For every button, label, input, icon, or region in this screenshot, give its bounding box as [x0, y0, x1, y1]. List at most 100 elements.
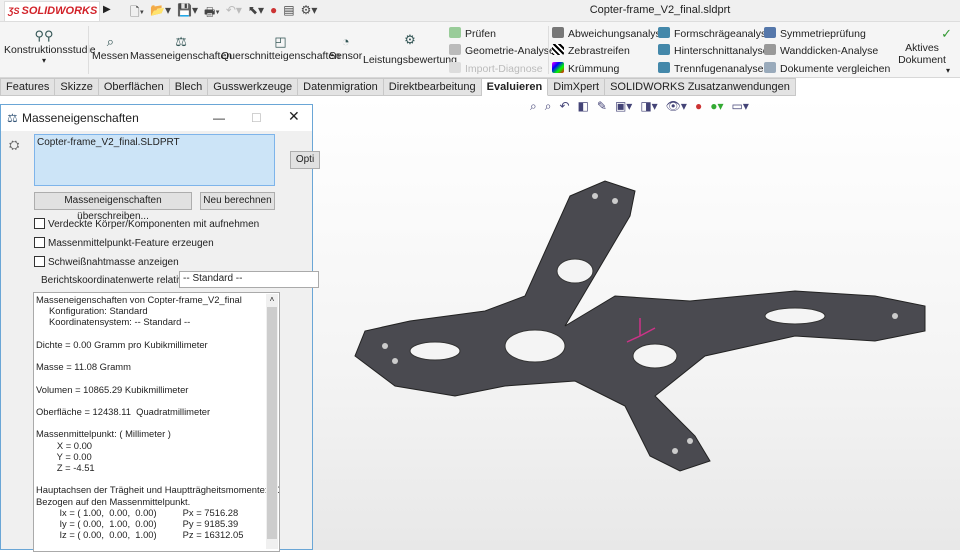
section-properties-button[interactable]: ◰ Querschnitteigenschaften: [221, 34, 340, 62]
tab-mold-tools[interactable]: Gusswerkzeuge: [208, 78, 299, 96]
edit-appearance-icon[interactable]: ●: [695, 99, 702, 114]
tab-surfaces[interactable]: Oberflächen: [98, 78, 170, 96]
copter-frame-model: [354, 180, 926, 472]
symmetry-check-button[interactable]: Symmetrieprüfung: [764, 27, 866, 40]
design-study-button[interactable]: ⚲⚲ Konstruktionsstudie ▾: [4, 28, 96, 65]
selection-list[interactable]: Copter-frame_V2_final.SLDPRT: [34, 134, 275, 186]
check-button[interactable]: Prüfen: [449, 27, 496, 40]
performance-icon: ⚙: [404, 32, 416, 47]
tab-sheet-metal[interactable]: Blech: [169, 78, 209, 96]
rebuild-icon[interactable]: ●: [270, 3, 277, 24]
tab-dimxpert[interactable]: DimXpert: [548, 78, 606, 96]
sensor-button[interactable]: ◔ Sensor: [329, 34, 362, 62]
scale-icon: ⚖: [175, 34, 187, 49]
label: Leistungsbewertung: [363, 54, 457, 66]
view-orientation-icon[interactable]: ▣▾: [615, 99, 632, 114]
minimize-button[interactable]: —: [213, 111, 225, 125]
file-properties-icon[interactable]: ▤: [283, 3, 294, 24]
label: Krümmung: [568, 63, 620, 75]
label: Querschnitteigenschaften: [221, 50, 341, 62]
logo-text: SOLIDWORKS: [21, 5, 98, 17]
label: Import-Diagnose: [465, 63, 543, 75]
solidworks-logo[interactable]: ƷS SOLIDWORKS: [4, 1, 100, 22]
zoom-to-area-icon[interactable]: ⌕: [545, 99, 552, 114]
thickness-analysis-button[interactable]: Wanddicken-Analyse: [764, 44, 878, 57]
graphics-area[interactable]: [235, 96, 960, 550]
compare-documents-button[interactable]: Dokumente vergleichen: [764, 62, 890, 75]
label: Formschrägeanalyse: [674, 28, 773, 40]
label: Massenmittelpunkt-Feature erzeugen: [48, 238, 214, 249]
symmetry-icon: [764, 27, 776, 38]
create-com-feature-checkbox[interactable]: Massenmittelpunkt-Feature erzeugen: [34, 237, 214, 249]
geometry-analysis-button[interactable]: Geometrie-Analyse: [449, 44, 555, 57]
zebra-icon: [552, 44, 564, 55]
options-button[interactable]: Opti: [290, 151, 320, 169]
maximize-button[interactable]: ☐: [251, 111, 262, 125]
undo-icon[interactable]: ↶▾: [226, 3, 242, 24]
tab-evaluate[interactable]: Evaluieren: [481, 78, 549, 96]
scroll-thumb[interactable]: [267, 307, 277, 539]
close-button[interactable]: ✕: [288, 108, 300, 125]
select-icon[interactable]: ⬉▾: [248, 3, 264, 24]
import-diagnostics-button: Import-Diagnose: [449, 62, 543, 75]
recalculate-button[interactable]: Neu berechnen: [200, 192, 275, 210]
mass-properties-button[interactable]: ⚖ Masseneigenschaften: [130, 34, 232, 62]
coordinate-label: Berichtskoordinatenwerte relativ zu:: [41, 275, 200, 286]
expand-menu-icon[interactable]: ▶: [103, 4, 111, 15]
tab-sketch[interactable]: Skizze: [55, 78, 99, 96]
override-mass-properties-button[interactable]: Masseneigenschaften überschreiben...: [34, 192, 192, 222]
undercut-analysis-button[interactable]: Hinterschnittanalyse: [658, 44, 769, 57]
include-hidden-checkbox[interactable]: Verdeckte Körper/Komponenten mit aufnehm…: [34, 218, 259, 230]
dynamic-annotation-icon[interactable]: ✎: [597, 99, 607, 114]
ribbon: ⚲⚲ Konstruktionsstudie ▾ ⌕ Messen ⚖ Massenei…: [0, 22, 960, 78]
title-bar: ƷS SOLIDWORKS ▶ 🗋▾ 📂▾ 💾▾ 🖶▾ ↶▾ ⬉▾ ● ▤ ⚙▾ Copter-f…: [0, 0, 960, 22]
performance-evaluation-button[interactable]: ⚙ Leistungsbewertung: [363, 32, 457, 66]
options-gear-icon[interactable]: ⚙▾: [301, 3, 318, 24]
label: Aktives Dokument: [898, 42, 946, 66]
label: Symmetrieprüfung: [780, 28, 866, 40]
save-icon[interactable]: 💾▾: [177, 3, 198, 24]
label: Verdeckte Körper/Komponenten mit aufnehm…: [48, 219, 260, 230]
label: Geometrie-Analyse: [465, 45, 555, 57]
curvature-button[interactable]: Krümmung: [552, 62, 619, 75]
label: Prüfen: [465, 28, 496, 40]
scroll-up-icon[interactable]: ˄: [266, 294, 278, 305]
coordinate-system-select[interactable]: -- Standard --: [179, 271, 319, 288]
tab-addins[interactable]: SOLIDWORKS Zusatzanwendungen: [605, 78, 796, 96]
geometry-analysis-icon: [449, 44, 461, 55]
deviation-analysis-button[interactable]: Abweichungsanalyse: [552, 27, 667, 40]
section-icon: ◰: [274, 34, 287, 49]
zoom-to-fit-icon[interactable]: ⌕: [530, 99, 537, 114]
check-icon: [449, 27, 461, 38]
active-document-button[interactable]: ✓ Aktives Dokument ▾: [884, 26, 960, 75]
show-weld-mass-checkbox[interactable]: Schweißnahtmasse anzeigen: [34, 256, 179, 268]
tab-data-migration[interactable]: Datenmigration: [298, 78, 384, 96]
draft-icon: [658, 27, 670, 38]
tab-direct-editing[interactable]: Direktbearbeitung: [383, 78, 482, 96]
hide-show-icon[interactable]: 👁▾: [666, 99, 687, 114]
selection-icon: ⛭: [9, 137, 20, 152]
label: Hinterschnittanalyse: [674, 45, 769, 57]
label: Schweißnahtmasse anzeigen: [48, 257, 179, 268]
open-icon[interactable]: 📂▾: [150, 3, 171, 24]
new-icon[interactable]: 🗋▾: [130, 3, 144, 24]
report-scrollbar[interactable]: ˄: [266, 294, 278, 549]
previous-view-icon[interactable]: ↶: [559, 99, 569, 114]
mass-properties-report[interactable]: Masseneigenschaften von Copter-frame_V2_…: [33, 292, 280, 552]
draft-analysis-button[interactable]: Formschrägeanalyse: [658, 27, 772, 40]
ds-logo-icon: ƷS: [8, 6, 20, 16]
zebra-stripes-button[interactable]: Zebrastreifen: [552, 44, 630, 57]
section-view-icon[interactable]: ◧: [578, 99, 589, 114]
label: Messen: [92, 50, 129, 62]
active-document-icon: ✓: [941, 26, 952, 41]
parting-line-icon: [658, 62, 670, 73]
display-style-icon[interactable]: ◨▾: [640, 99, 657, 114]
apply-scene-icon[interactable]: ●▾: [710, 99, 723, 114]
parting-line-analysis-button[interactable]: Trennfugenanalyse: [658, 62, 764, 75]
sensor-icon: ◔: [341, 34, 350, 49]
tab-features[interactable]: Features: [0, 78, 56, 96]
dialog-title-bar: ⚖ Masseneigenschaften — ☐ ✕: [1, 105, 312, 131]
view-settings-icon[interactable]: ▭▾: [731, 99, 748, 114]
measure-button[interactable]: ⌕ Messen: [92, 34, 129, 62]
print-icon[interactable]: 🖶▾: [204, 3, 220, 24]
